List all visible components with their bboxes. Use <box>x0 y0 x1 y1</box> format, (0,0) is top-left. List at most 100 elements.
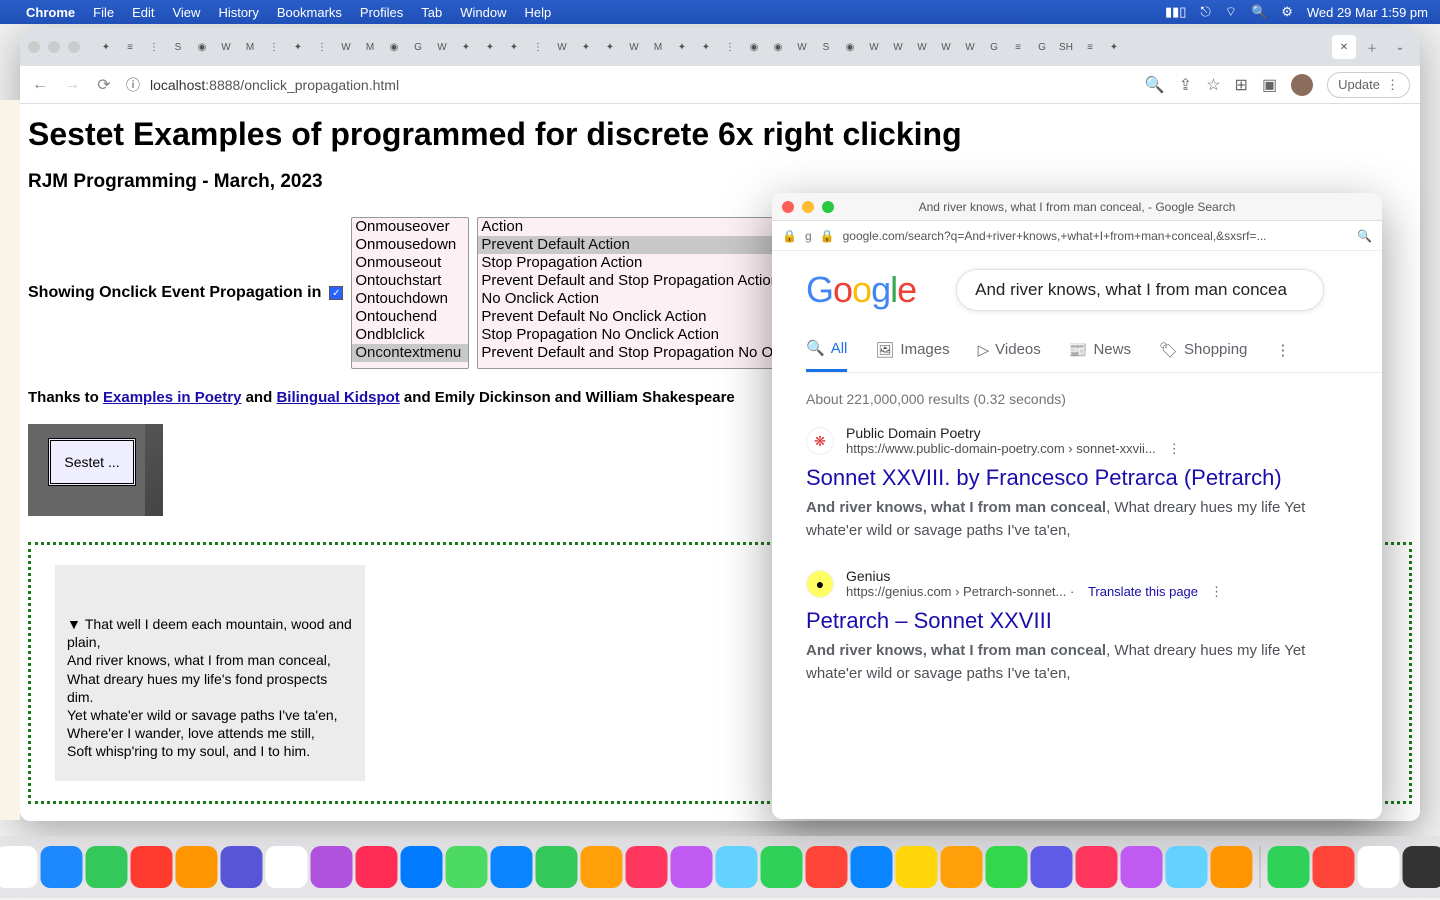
tab-shopping[interactable]: 🏷Shopping <box>1159 339 1247 372</box>
browser-tab[interactable]: ✦ <box>502 35 526 59</box>
dock-app[interactable] <box>356 846 398 888</box>
disclosure-triangle-icon[interactable]: ▼ <box>67 615 81 633</box>
dock-app[interactable] <box>86 846 128 888</box>
browser-tab[interactable]: ◉ <box>382 35 406 59</box>
result-menu-icon[interactable]: ⋮ <box>1168 441 1181 456</box>
browser-tab[interactable]: ⋮ <box>310 35 334 59</box>
dock-app[interactable] <box>536 846 578 888</box>
browser-tab[interactable]: W <box>958 35 982 59</box>
dock-app[interactable] <box>1076 846 1118 888</box>
result-title[interactable]: Petrarch – Sonnet XXVIII <box>806 608 1362 634</box>
event-checkbox[interactable]: ✓ <box>329 286 343 300</box>
browser-tab[interactable]: ✦ <box>1102 35 1126 59</box>
forward-button[interactable]: → <box>62 75 82 95</box>
menu-history[interactable]: History <box>218 5 258 20</box>
dock-app[interactable] <box>446 846 488 888</box>
browser-tab[interactable]: ✦ <box>598 35 622 59</box>
tab-news[interactable]: 📰News <box>1069 339 1131 372</box>
browser-tab[interactable]: ✦ <box>94 35 118 59</box>
lock-icon[interactable]: 🔒 <box>782 229 797 243</box>
site-info-icon[interactable]: ⓘ <box>126 75 140 95</box>
google-logo[interactable]: Google <box>806 269 916 311</box>
browser-tab[interactable]: ✦ <box>454 35 478 59</box>
dock-app[interactable] <box>581 846 623 888</box>
tab-images[interactable]: 🖼Images <box>875 339 949 372</box>
menu-help[interactable]: Help <box>525 5 552 20</box>
browser-tab[interactable]: W <box>790 35 814 59</box>
browser-tab[interactable]: ✦ <box>694 35 718 59</box>
menu-view[interactable]: View <box>172 5 200 20</box>
dock-app[interactable] <box>1121 846 1163 888</box>
menu-bookmarks[interactable]: Bookmarks <box>277 5 342 20</box>
site-identity-icon[interactable]: g <box>805 229 812 243</box>
browser-tab[interactable]: W <box>430 35 454 59</box>
browser-tab[interactable]: ✦ <box>670 35 694 59</box>
dock-app[interactable] <box>1211 846 1253 888</box>
dock-app[interactable] <box>1313 846 1355 888</box>
popup-addressbar[interactable]: 🔒 g 🔒 google.com/search?q=And+river+know… <box>772 221 1382 251</box>
google-search-input[interactable]: And river knows, what I from man concea <box>956 269 1324 311</box>
zoom-icon[interactable]: 🔍 <box>1357 229 1372 243</box>
link-bilingual-kidspot[interactable]: Bilingual Kidspot <box>276 389 399 406</box>
menu-edit[interactable]: Edit <box>132 5 154 20</box>
extensions-icon[interactable]: ⊞ <box>1235 75 1248 95</box>
window-controls[interactable] <box>28 41 80 53</box>
menu-file[interactable]: File <box>93 5 114 20</box>
dock-app[interactable] <box>716 846 758 888</box>
back-button[interactable]: ← <box>30 75 50 95</box>
dock-app[interactable] <box>131 846 173 888</box>
browser-tab[interactable]: ◉ <box>190 35 214 59</box>
address-bar[interactable]: ⓘ localhost:8888/onclick_propagation.htm… <box>126 75 1133 95</box>
dock-app[interactable] <box>851 846 893 888</box>
browser-tab[interactable]: ≡ <box>1006 35 1030 59</box>
bookmark-icon[interactable]: ☆ <box>1206 75 1220 95</box>
dock-app[interactable] <box>1166 846 1208 888</box>
dock-app[interactable] <box>311 846 353 888</box>
dock-app[interactable] <box>626 846 668 888</box>
tab-all[interactable]: 🔍All <box>806 339 847 372</box>
browser-tab[interactable]: W <box>334 35 358 59</box>
browser-tab[interactable]: ◉ <box>838 35 862 59</box>
browser-tab[interactable]: SH <box>1054 35 1078 59</box>
browser-tab[interactable]: ◉ <box>742 35 766 59</box>
browser-tab[interactable]: ✦ <box>478 35 502 59</box>
app-menu[interactable]: Chrome <box>26 5 75 20</box>
browser-tab[interactable]: S <box>166 35 190 59</box>
tab-close-icon[interactable]: ✕ <box>1332 35 1356 59</box>
dock-app[interactable] <box>986 846 1028 888</box>
dock-app[interactable] <box>896 846 938 888</box>
browser-tab[interactable]: G <box>1030 35 1054 59</box>
dock-app[interactable] <box>1358 846 1400 888</box>
browser-tab[interactable]: ✦ <box>574 35 598 59</box>
dock-app[interactable] <box>401 846 443 888</box>
dock-app[interactable] <box>1031 846 1073 888</box>
wifi-icon[interactable]: ⌔ <box>1225 4 1237 20</box>
menu-profiles[interactable]: Profiles <box>360 5 403 20</box>
zoom-icon[interactable]: 🔍 <box>1145 75 1165 95</box>
update-button[interactable]: Update⋮ <box>1327 72 1410 98</box>
browser-tab[interactable]: W <box>910 35 934 59</box>
browser-tab[interactable]: W <box>862 35 886 59</box>
battery-icon[interactable]: ▮▮▯ <box>1165 4 1186 20</box>
side-panel-icon[interactable]: ▣ <box>1262 75 1277 95</box>
browser-tab[interactable]: W <box>622 35 646 59</box>
dock-app[interactable] <box>0 846 38 888</box>
result-title[interactable]: Sonnet XXVIII. by Francesco Petrarca (Pe… <box>806 465 1362 491</box>
browser-tab[interactable]: M <box>358 35 382 59</box>
translate-link[interactable]: Translate this page <box>1088 584 1198 599</box>
browser-tab[interactable]: M <box>646 35 670 59</box>
tab-more[interactable]: ⋮ <box>1275 339 1290 372</box>
dock-app[interactable] <box>266 846 308 888</box>
new-tab-button[interactable]: ＋ <box>1360 35 1384 59</box>
reload-button[interactable]: ⟳ <box>94 75 114 95</box>
browser-tab[interactable]: ⋮ <box>526 35 550 59</box>
dock-app[interactable] <box>1403 846 1440 888</box>
control-center-icon[interactable]: ⚙ <box>1281 4 1293 20</box>
browser-tab[interactable]: G <box>406 35 430 59</box>
browser-tab[interactable]: ≡ <box>118 35 142 59</box>
install-icon[interactable]: ⇪ <box>1179 75 1192 95</box>
lock-icon[interactable]: 🔒 <box>820 229 835 243</box>
tab-overflow-icon[interactable]: ⌄ <box>1388 35 1412 59</box>
spotlight-icon[interactable]: 🔍 <box>1251 4 1267 20</box>
bluetooth-icon[interactable]: ⎋ <box>1200 4 1210 20</box>
